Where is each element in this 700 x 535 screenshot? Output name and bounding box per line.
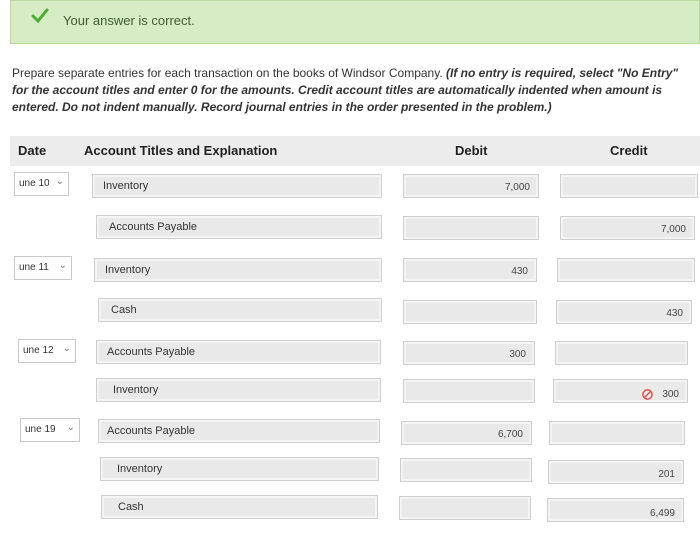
- account-field[interactable]: Inventory: [100, 457, 379, 481]
- chevron-down-icon: ⌄: [62, 343, 71, 354]
- table-header: Date Account Titles and Explanation Debi…: [10, 136, 700, 166]
- credit-field[interactable]: [555, 341, 688, 365]
- date-select[interactable]: une 19 ⌄: [20, 418, 80, 442]
- instructions-text: Prepare separate entries for each transa…: [12, 65, 692, 116]
- chevron-down-icon: ⌄: [58, 260, 67, 271]
- credit-field[interactable]: 201: [548, 460, 684, 484]
- date-select[interactable]: une 11 ⌄: [14, 256, 72, 280]
- credit-field[interactable]: 7,000: [560, 216, 695, 240]
- debit-field[interactable]: [399, 496, 531, 520]
- credit-field[interactable]: 300: [553, 379, 688, 403]
- chevron-down-icon: ⌄: [55, 176, 64, 187]
- debit-field[interactable]: [403, 216, 539, 240]
- chevron-down-icon: ⌄: [66, 422, 75, 433]
- account-field[interactable]: Inventory: [94, 258, 382, 282]
- credit-field[interactable]: [560, 174, 698, 198]
- account-field[interactable]: Inventory: [92, 174, 382, 198]
- account-field[interactable]: Inventory: [96, 378, 381, 402]
- account-field[interactable]: Accounts Payable: [96, 215, 382, 239]
- check-icon: [31, 8, 49, 24]
- credit-field[interactable]: [557, 258, 695, 282]
- instructions-plain: Prepare separate entries for each transa…: [12, 66, 447, 80]
- account-field[interactable]: Accounts Payable: [96, 340, 381, 364]
- debit-field[interactable]: 6,700: [401, 421, 532, 445]
- debit-field[interactable]: 300: [403, 341, 535, 365]
- credit-field[interactable]: 6,499: [547, 498, 684, 522]
- header-debit: Debit: [455, 143, 488, 158]
- debit-field[interactable]: [400, 458, 532, 482]
- debit-field[interactable]: [403, 379, 535, 403]
- date-select[interactable]: une 10 ⌄: [14, 172, 69, 196]
- debit-field[interactable]: [403, 300, 537, 324]
- correct-answer-banner: Your answer is correct.: [10, 0, 700, 44]
- banner-message: Your answer is correct.: [63, 13, 195, 28]
- credit-field[interactable]: 430: [556, 300, 692, 324]
- account-field[interactable]: Cash: [101, 495, 378, 519]
- header-account: Account Titles and Explanation: [84, 143, 278, 158]
- credit-field[interactable]: [549, 421, 685, 445]
- date-select[interactable]: une 12 ⌄: [18, 339, 76, 363]
- account-field[interactable]: Cash: [98, 298, 382, 322]
- debit-field[interactable]: 430: [403, 258, 537, 282]
- account-field[interactable]: Accounts Payable: [98, 419, 380, 443]
- no-entry-icon: [642, 389, 653, 400]
- debit-field[interactable]: 7,000: [403, 174, 539, 198]
- header-date: Date: [18, 143, 47, 158]
- header-credit: Credit: [610, 143, 648, 158]
